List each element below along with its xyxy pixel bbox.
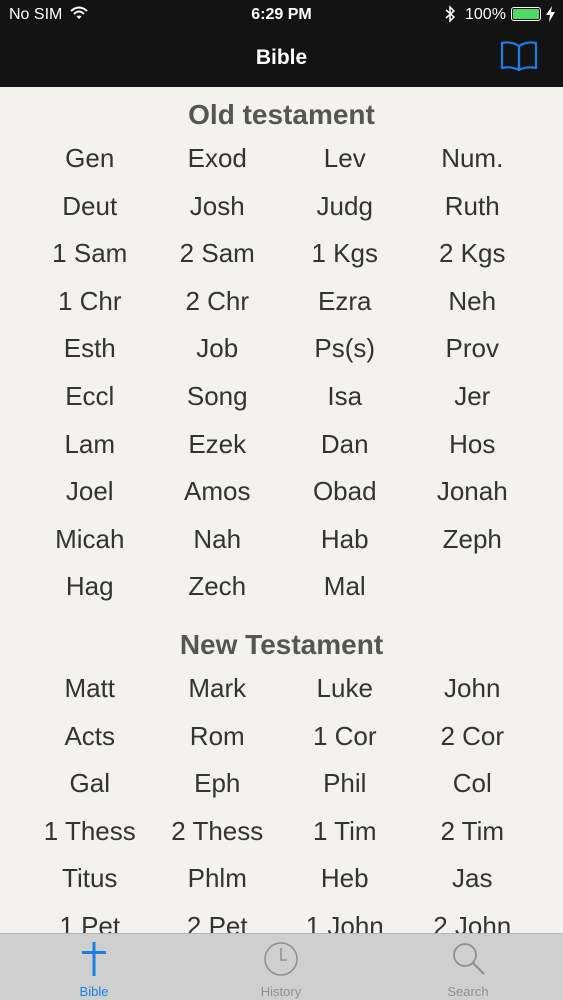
book-item[interactable]: 1 Chr bbox=[26, 278, 154, 326]
book-item[interactable]: 2 Chr bbox=[154, 278, 282, 326]
book-item[interactable]: Job bbox=[154, 325, 282, 373]
book-item[interactable]: Mal bbox=[281, 563, 409, 611]
tab-bible[interactable]: Bible bbox=[0, 934, 188, 1000]
book-item[interactable]: 2 Sam bbox=[154, 230, 282, 278]
book-item[interactable]: 1 Sam bbox=[26, 230, 154, 278]
open-book-icon[interactable] bbox=[499, 38, 539, 74]
navigation-bar: Bible bbox=[0, 30, 563, 87]
book-item[interactable]: Deut bbox=[26, 183, 154, 231]
book-item[interactable]: Col bbox=[409, 760, 537, 808]
book-item[interactable]: Eccl bbox=[26, 373, 154, 421]
book-item[interactable]: Judg bbox=[281, 183, 409, 231]
book-item[interactable]: Ps(s) bbox=[281, 325, 409, 373]
book-item[interactable]: Esth bbox=[26, 325, 154, 373]
book-item[interactable]: 2 Thess bbox=[154, 808, 282, 856]
book-item[interactable]: Micah bbox=[26, 516, 154, 564]
books-list[interactable]: Old testament Gen Exod Lev Num. Deut Josh Judg… bbox=[0, 87, 563, 933]
book-item[interactable]: Lam bbox=[26, 421, 154, 469]
book-item[interactable]: Amos bbox=[154, 468, 282, 516]
tab-search[interactable]: Search bbox=[374, 934, 562, 1000]
book-item[interactable]: Titus bbox=[26, 855, 154, 903]
bluetooth-icon bbox=[445, 5, 456, 23]
book-item[interactable]: Rom bbox=[154, 713, 282, 761]
clock-icon bbox=[264, 942, 298, 976]
book-item[interactable]: 1 Pet bbox=[26, 903, 154, 933]
book-item[interactable]: Phil bbox=[281, 760, 409, 808]
book-item[interactable]: Jas bbox=[409, 855, 537, 903]
book-item[interactable]: Matt bbox=[26, 665, 154, 713]
book-item[interactable]: Obad bbox=[281, 468, 409, 516]
old-testament-grid: Gen Exod Lev Num. Deut Josh Judg Ruth 1 Sam 2 Sam… bbox=[26, 135, 536, 611]
book-item[interactable]: 1 Cor bbox=[281, 713, 409, 761]
book-item[interactable]: 1 John bbox=[281, 903, 409, 933]
book-item[interactable]: John bbox=[409, 665, 537, 713]
book-item[interactable]: Josh bbox=[154, 183, 282, 231]
book-item[interactable]: Gal bbox=[26, 760, 154, 808]
book-item[interactable]: Zeph bbox=[409, 516, 537, 564]
charging-bolt-icon bbox=[546, 6, 555, 22]
tab-history[interactable]: History bbox=[187, 934, 375, 1000]
book-item[interactable]: Phlm bbox=[154, 855, 282, 903]
book-item[interactable]: Isa bbox=[281, 373, 409, 421]
book-item[interactable]: Neh bbox=[409, 278, 537, 326]
book-item[interactable]: Num. bbox=[409, 135, 537, 183]
tab-label: History bbox=[260, 984, 302, 999]
cross-icon bbox=[82, 942, 106, 976]
book-item[interactable]: Exod bbox=[154, 135, 282, 183]
book-item[interactable]: Prov bbox=[409, 325, 537, 373]
page-title: Bible bbox=[255, 46, 308, 69]
book-item[interactable]: 2 John bbox=[409, 903, 537, 933]
book-item[interactable]: Joel bbox=[26, 468, 154, 516]
book-item[interactable]: 1 Kgs bbox=[281, 230, 409, 278]
book-item[interactable]: Jonah bbox=[409, 468, 537, 516]
tab-label: Search bbox=[447, 984, 489, 999]
battery-icon bbox=[511, 7, 541, 21]
book-item[interactable]: Zech bbox=[154, 563, 282, 611]
tab-label: Bible bbox=[79, 984, 109, 999]
book-item[interactable]: 1 Thess bbox=[26, 808, 154, 856]
book-item[interactable]: Acts bbox=[26, 713, 154, 761]
book-item[interactable]: Jer bbox=[409, 373, 537, 421]
book-item[interactable]: Song bbox=[154, 373, 282, 421]
book-item[interactable]: 2 Cor bbox=[409, 713, 537, 761]
book-item[interactable]: Gen bbox=[26, 135, 154, 183]
book-item[interactable]: Heb bbox=[281, 855, 409, 903]
book-item[interactable]: Hag bbox=[26, 563, 154, 611]
search-icon bbox=[453, 943, 485, 975]
book-item[interactable]: 2 Pet bbox=[154, 903, 282, 933]
book-item[interactable]: Ezra bbox=[281, 278, 409, 326]
book-item[interactable]: 1 Tim bbox=[281, 808, 409, 856]
old-testament-heading: Old testament bbox=[188, 99, 375, 130]
book-item[interactable]: 2 Tim bbox=[409, 808, 537, 856]
tab-bar: Bible History Search bbox=[0, 933, 563, 1000]
book-item[interactable]: Mark bbox=[154, 665, 282, 713]
book-item[interactable]: 2 Kgs bbox=[409, 230, 537, 278]
book-item[interactable]: Dan bbox=[281, 421, 409, 469]
book-item[interactable]: Lev bbox=[281, 135, 409, 183]
book-item[interactable]: Eph bbox=[154, 760, 282, 808]
new-testament-grid: Matt Mark Luke John Acts Rom 1 Cor 2 Cor Gal Eph P… bbox=[26, 665, 536, 933]
book-item[interactable]: Luke bbox=[281, 665, 409, 713]
new-testament-heading: New Testament bbox=[179, 629, 384, 660]
battery-percent: 100% bbox=[465, 6, 506, 23]
book-item[interactable]: Nah bbox=[154, 516, 282, 564]
book-item[interactable]: Hos bbox=[409, 421, 537, 469]
book-item[interactable]: Ezek bbox=[154, 421, 282, 469]
status-bar: No SIM 6:29 PM 100% bbox=[0, 0, 563, 30]
book-item[interactable]: Ruth bbox=[409, 183, 537, 231]
book-item[interactable]: Hab bbox=[281, 516, 409, 564]
